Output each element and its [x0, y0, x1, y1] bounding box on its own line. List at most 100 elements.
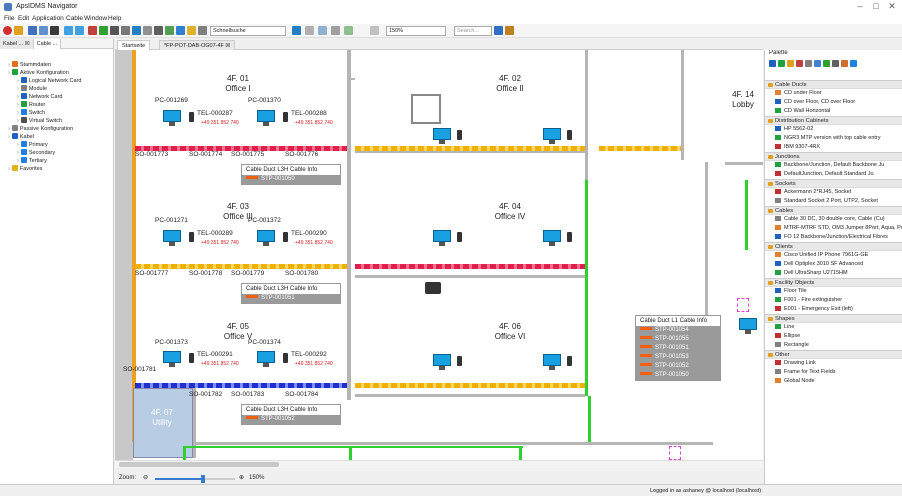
layout-icon[interactable] [305, 26, 314, 35]
cable-duct-yellow[interactable] [355, 383, 585, 388]
tab-cable[interactable]: Cable ... [33, 39, 62, 49]
expand-arrow-icon[interactable]: › [8, 126, 10, 132]
palette-section-header[interactable]: Shapes [765, 314, 902, 323]
pc-icon[interactable] [163, 230, 181, 246]
palette-item[interactable]: Line [765, 323, 902, 332]
tree-item[interactable]: › Logical Network Card [4, 77, 113, 85]
menu-application[interactable]: Application [32, 15, 64, 22]
undo-icon[interactable] [64, 26, 73, 35]
tree-icon[interactable] [132, 26, 141, 35]
cable-info-box[interactable]: Cable Duct L3H Cable Info STP-001050 [241, 164, 341, 185]
phone-icon[interactable] [189, 232, 194, 242]
cable-row[interactable]: STP-001050 [636, 371, 720, 380]
tree-item[interactable]: › Passive Konfiguration [4, 125, 113, 133]
phone-icon[interactable] [189, 112, 194, 122]
tree-item[interactable]: › Stammdaten [4, 61, 113, 69]
filter-icon[interactable] [292, 26, 301, 35]
palette-item[interactable]: F001 - Fire extinguisher [765, 296, 902, 305]
delete-icon[interactable] [88, 26, 97, 35]
pc-icon[interactable] [433, 230, 451, 246]
tree-item[interactable]: › Secondary [4, 149, 113, 157]
quick-search-input[interactable]: Schnellsuche [210, 26, 286, 36]
palette-tool-icon[interactable] [814, 60, 821, 67]
cable-duct-yellow[interactable] [599, 146, 681, 151]
cable-duct-yellow[interactable] [355, 146, 585, 151]
expand-arrow-icon[interactable]: › [17, 142, 19, 148]
print-icon[interactable] [50, 26, 59, 35]
menu-help[interactable]: Help [108, 15, 121, 22]
cable-row[interactable]: STP-001053 [636, 353, 720, 362]
floorplan-canvas[interactable]: 4F. 01 Office I 4F. 02 Office II 4F. 03 Off… [115, 50, 763, 460]
palette-section-header[interactable]: Other [765, 350, 902, 359]
palette-tool-icon[interactable] [832, 60, 839, 67]
palette-item[interactable]: Cisco Unified IP Phone 7961G-GE [765, 251, 902, 260]
palette-item[interactable]: Frame for Text Fields [765, 368, 902, 377]
palette-item[interactable]: HP 5562-02 [765, 125, 902, 134]
cable-row[interactable]: STP-001051 [636, 344, 720, 353]
palette-tool-icon[interactable] [841, 60, 848, 67]
tree-item[interactable]: › Switch [4, 109, 113, 117]
palette-tool-icon[interactable] [805, 60, 812, 67]
phone-icon[interactable] [457, 232, 462, 242]
phone-icon[interactable] [567, 232, 572, 242]
tab-floorplan[interactable]: *FP-POT-DAB-OG07-4F ☒ [159, 40, 236, 50]
search-icon[interactable] [198, 26, 207, 35]
view-icon[interactable] [318, 26, 327, 35]
zoom-slider-thumb[interactable] [201, 475, 205, 483]
minimize-button[interactable]: – [852, 1, 868, 11]
palette-item[interactable]: CD Wall Horizontal [765, 107, 902, 116]
cable-row[interactable]: STP-001052 [636, 362, 720, 371]
palette-item[interactable]: CD over Floor, CD over Floor [765, 98, 902, 107]
cable-row[interactable]: STP-001052 [242, 415, 340, 424]
expand-arrow-icon[interactable]: › [17, 118, 19, 124]
palette-item[interactable]: Rectangle [765, 341, 902, 350]
phone-icon[interactable] [189, 353, 194, 363]
pc-icon[interactable] [543, 230, 561, 246]
palette-tool-icon[interactable] [796, 60, 803, 67]
expand-arrow-icon[interactable]: › [17, 110, 19, 116]
phone-icon[interactable] [283, 353, 288, 363]
cable-row[interactable]: STP-001051 [242, 294, 340, 303]
phone-icon[interactable] [283, 112, 288, 122]
refresh-icon[interactable] [14, 26, 23, 35]
route-icon[interactable] [165, 26, 174, 35]
tree-item[interactable]: › Kabel [4, 133, 113, 141]
palette-item[interactable]: Global Node [765, 377, 902, 386]
phone-icon[interactable] [457, 130, 462, 140]
phone-icon[interactable] [567, 356, 572, 366]
pc-icon[interactable] [543, 354, 561, 370]
palette-item[interactable]: FO 12 Backbone/Junction/Electrical Fibre… [765, 233, 902, 242]
cable-row[interactable]: STP-001055 [636, 335, 720, 344]
tree-item[interactable]: › Tertiary [4, 157, 113, 165]
redo-icon[interactable] [75, 26, 84, 35]
tree-item[interactable]: › Primary [4, 141, 113, 149]
palette-section-header[interactable]: Junctions [765, 152, 902, 161]
menu-window[interactable]: Window [84, 15, 107, 22]
tree-item[interactable]: › Favorites [4, 165, 113, 173]
save-icon[interactable] [28, 26, 37, 35]
pc-icon[interactable] [257, 351, 275, 367]
pc-icon[interactable] [433, 128, 451, 144]
expand-arrow-icon[interactable]: › [17, 158, 19, 164]
cable-row[interactable]: STP-001054 [636, 326, 720, 335]
palette-section-header[interactable]: Cables [765, 206, 902, 215]
cut-icon[interactable] [154, 26, 163, 35]
palette-item[interactable]: Dell UltraSharp U2715HM [765, 269, 902, 278]
palette-item[interactable]: DefaultJunction, Default Standard Ju [765, 170, 902, 179]
tab-startseite[interactable]: Startseite [117, 40, 151, 50]
pc-icon[interactable] [257, 230, 275, 246]
palette-item[interactable]: NGR3 MTP version with top cable entry [765, 134, 902, 143]
pc-icon[interactable] [543, 128, 561, 144]
expand-arrow-icon[interactable]: › [17, 78, 19, 84]
palette-tool-icon[interactable] [823, 60, 830, 67]
cable-duct-red[interactable] [355, 264, 585, 269]
maximize-button[interactable]: □ [868, 1, 884, 11]
stop-icon[interactable] [3, 26, 12, 35]
tree-item[interactable]: › Network Card [4, 93, 113, 101]
save-all-icon[interactable] [39, 26, 48, 35]
palette-item[interactable]: Ackermann 2*RJ45, Socket [765, 188, 902, 197]
menu-edit[interactable]: Edit [18, 15, 29, 22]
cable-info-box[interactable]: Cable Duct L3H Cable Info STP-001052 [241, 404, 341, 425]
cable-info-box[interactable]: Cable Duct L1 Cable Info STP-001054 STP-… [635, 315, 721, 381]
expand-arrow-icon[interactable]: › [8, 166, 10, 172]
